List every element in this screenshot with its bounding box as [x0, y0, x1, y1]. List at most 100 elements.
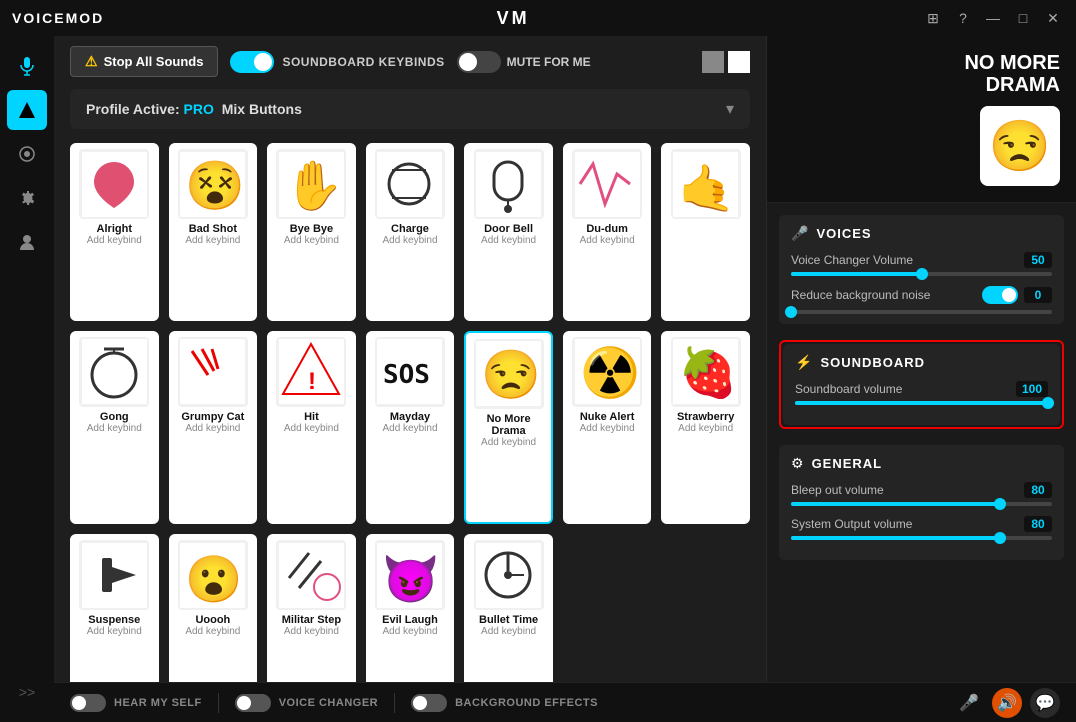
sound-card-keybind-no_more_drama[interactable]: Add keybind [481, 437, 536, 448]
mute-for-me-toggle[interactable] [457, 51, 501, 73]
sound-card-alright[interactable]: AlrightAdd keybind [70, 143, 159, 321]
sound-card-hit[interactable]: !HitAdd keybind [267, 331, 356, 525]
sound-card-name-no_more_drama: No More Drama [472, 413, 545, 437]
sound-card-mayday[interactable]: SOSMaydayAdd keybind [366, 331, 455, 525]
sound-card-keybind-militar_step[interactable]: Add keybind [284, 626, 339, 637]
slider-thumb[interactable] [916, 268, 928, 280]
toggle-small-knob [72, 696, 86, 710]
gray-square[interactable] [702, 51, 724, 73]
minimize-button[interactable]: — [982, 7, 1004, 29]
reduce-bg-noise-label: Reduce background noise [791, 288, 930, 302]
system-output-slider[interactable] [791, 536, 1052, 540]
sound-card-hand2[interactable]: 🤙 [661, 143, 750, 321]
bg-effects-toggle[interactable] [411, 694, 447, 712]
voice-changer-toggle[interactable] [235, 694, 271, 712]
sound-card-keybind-evil_laugh[interactable]: Add keybind [382, 626, 437, 637]
soundboard-section-inner: ⚡ SOUNDBOARD Soundboard volume 100 [783, 344, 1060, 425]
soundboard-volume-row: Soundboard volume 100 [795, 381, 1048, 405]
sidebar-item-settings[interactable] [7, 178, 47, 218]
general-section-header: ⚙ GENERAL [791, 455, 1052, 472]
slider-thumb[interactable] [994, 498, 1006, 510]
bleep-out-label: Bleep out volume [791, 483, 884, 497]
reduce-bg-noise-slider[interactable] [791, 310, 1052, 314]
white-square[interactable] [728, 51, 750, 73]
sidebar-item-mic[interactable] [7, 46, 47, 86]
bottom-volume-icon[interactable]: 🔊 [992, 688, 1022, 718]
sound-card-keybind-gong[interactable]: Add keybind [87, 423, 142, 434]
slider-thumb[interactable] [994, 532, 1006, 544]
active-sound-preview: NO MOREDRAMA 😒 [767, 36, 1076, 203]
sound-card-bad_shot[interactable]: 😵Bad ShotAdd keybind [169, 143, 258, 321]
sound-card-keybind-nuke_alert[interactable]: Add keybind [580, 423, 635, 434]
hear-myself-toggle[interactable] [70, 694, 106, 712]
profile-bar[interactable]: Profile Active: PRO Mix Buttons ▾ [70, 89, 750, 129]
sound-card-keybind-uoooh[interactable]: Add keybind [185, 626, 240, 637]
mute-for-me-toggle-group: MUTE FOR ME [457, 51, 591, 73]
sound-card-name-mayday: Mayday [390, 411, 430, 423]
svg-text:!: ! [308, 368, 316, 395]
sound-card-gong[interactable]: GongAdd keybind [70, 331, 159, 525]
reduce-bg-noise-toggle[interactable] [982, 286, 1018, 304]
toolbar: ⚠ Stop All Sounds SOUNDBOARD KEYBINDS MU… [70, 46, 750, 77]
voice-changer-group: VOICE CHANGER [235, 694, 378, 712]
sidebar-item-effects[interactable] [7, 134, 47, 174]
sidebar-expand-btn[interactable]: >> [7, 672, 47, 712]
sound-card-keybind-bad_shot[interactable]: Add keybind [185, 235, 240, 246]
sound-card-img-suspense [79, 540, 149, 610]
slider-thumb[interactable] [1042, 397, 1054, 409]
sound-card-name-door_bell: Door Bell [484, 223, 533, 235]
toggle-knob [459, 53, 477, 71]
sound-card-name-militar_step: Militar Step [282, 614, 341, 626]
voice-changer-label: VOICE CHANGER [279, 697, 378, 709]
sound-card-keybind-grumpy_cat[interactable]: Add keybind [185, 423, 240, 434]
sidebar-item-user[interactable] [7, 222, 47, 262]
sound-card-no_more_drama[interactable]: 😒No More DramaAdd keybind [464, 331, 553, 525]
voices-section-inner: 🎤 VOICES Voice Changer Volume 50 [779, 215, 1064, 324]
sound-card-bye_bye[interactable]: ✋Bye ByeAdd keybind [267, 143, 356, 321]
soundboard-keybinds-toggle[interactable] [230, 51, 274, 73]
voice-changer-volume-slider[interactable] [791, 272, 1052, 276]
sound-card-keybind-mayday[interactable]: Add keybind [382, 423, 437, 434]
sound-card-img-charge [375, 149, 445, 219]
soundboard-volume-slider[interactable] [795, 401, 1048, 405]
sound-card-keybind-du_dum[interactable]: Add keybind [580, 235, 635, 246]
svg-text:🤙: 🤙 [678, 162, 735, 214]
close-button[interactable]: ✕ [1042, 7, 1064, 29]
sound-card-keybind-bullet_time[interactable]: Add keybind [481, 626, 536, 637]
soundboard-volume-value: 100 [1016, 381, 1048, 397]
monitor-icon[interactable]: ⊞ [922, 7, 944, 29]
soundboard-section: ⚡ SOUNDBOARD Soundboard volume 100 [779, 340, 1064, 429]
slider-fill [791, 502, 1000, 506]
sound-card-du_dum[interactable]: Du-dumAdd keybind [563, 143, 652, 321]
voices-section: 🎤 VOICES Voice Changer Volume 50 [779, 215, 1064, 324]
settings-area: 🎤 VOICES Voice Changer Volume 50 [767, 203, 1076, 722]
title-bar: VOICEMOD VM ⊞ ? — □ ✕ [0, 0, 1076, 36]
color-squares [702, 51, 750, 73]
sound-card-nuke_alert[interactable]: ☢️ Nuke AlertAdd keybind [563, 331, 652, 525]
system-output-volume-row: System Output volume 80 [791, 516, 1052, 540]
sound-card-charge[interactable]: ChargeAdd keybind [366, 143, 455, 321]
bleep-out-slider[interactable] [791, 502, 1052, 506]
sidebar-item-soundboard[interactable] [7, 90, 47, 130]
sound-card-img-nuke_alert: ☢️ [572, 337, 642, 407]
sound-card-strawberry[interactable]: 🍓StrawberryAdd keybind [661, 331, 750, 525]
sound-card-name-nuke_alert: Nuke Alert [580, 411, 635, 423]
bottom-chat-icon[interactable]: 💬 [1030, 688, 1060, 718]
sound-card-keybind-door_bell[interactable]: Add keybind [481, 235, 536, 246]
slider-thumb[interactable] [785, 306, 797, 318]
help-button[interactable]: ? [952, 7, 974, 29]
sound-card-keybind-strawberry[interactable]: Add keybind [678, 423, 733, 434]
maximize-button[interactable]: □ [1012, 7, 1034, 29]
sound-card-door_bell[interactable]: Door BellAdd keybind [464, 143, 553, 321]
sound-card-name-alright: Alright [97, 223, 132, 235]
sound-card-keybind-charge[interactable]: Add keybind [382, 235, 437, 246]
sound-card-keybind-bye_bye[interactable]: Add keybind [284, 235, 339, 246]
sound-card-keybind-hit[interactable]: Add keybind [284, 423, 339, 434]
sound-card-keybind-suspense[interactable]: Add keybind [87, 626, 142, 637]
stop-all-sounds-button[interactable]: ⚠ Stop All Sounds [70, 46, 218, 77]
voice-changer-volume-row: Voice Changer Volume 50 [791, 252, 1052, 276]
sound-card-grumpy_cat[interactable]: Grumpy CatAdd keybind [169, 331, 258, 525]
bottom-mic-icon[interactable]: 🎤 [954, 688, 984, 718]
main-content: ⚠ Stop All Sounds SOUNDBOARD KEYBINDS MU… [54, 36, 1076, 722]
sound-card-keybind-alright[interactable]: Add keybind [87, 235, 142, 246]
